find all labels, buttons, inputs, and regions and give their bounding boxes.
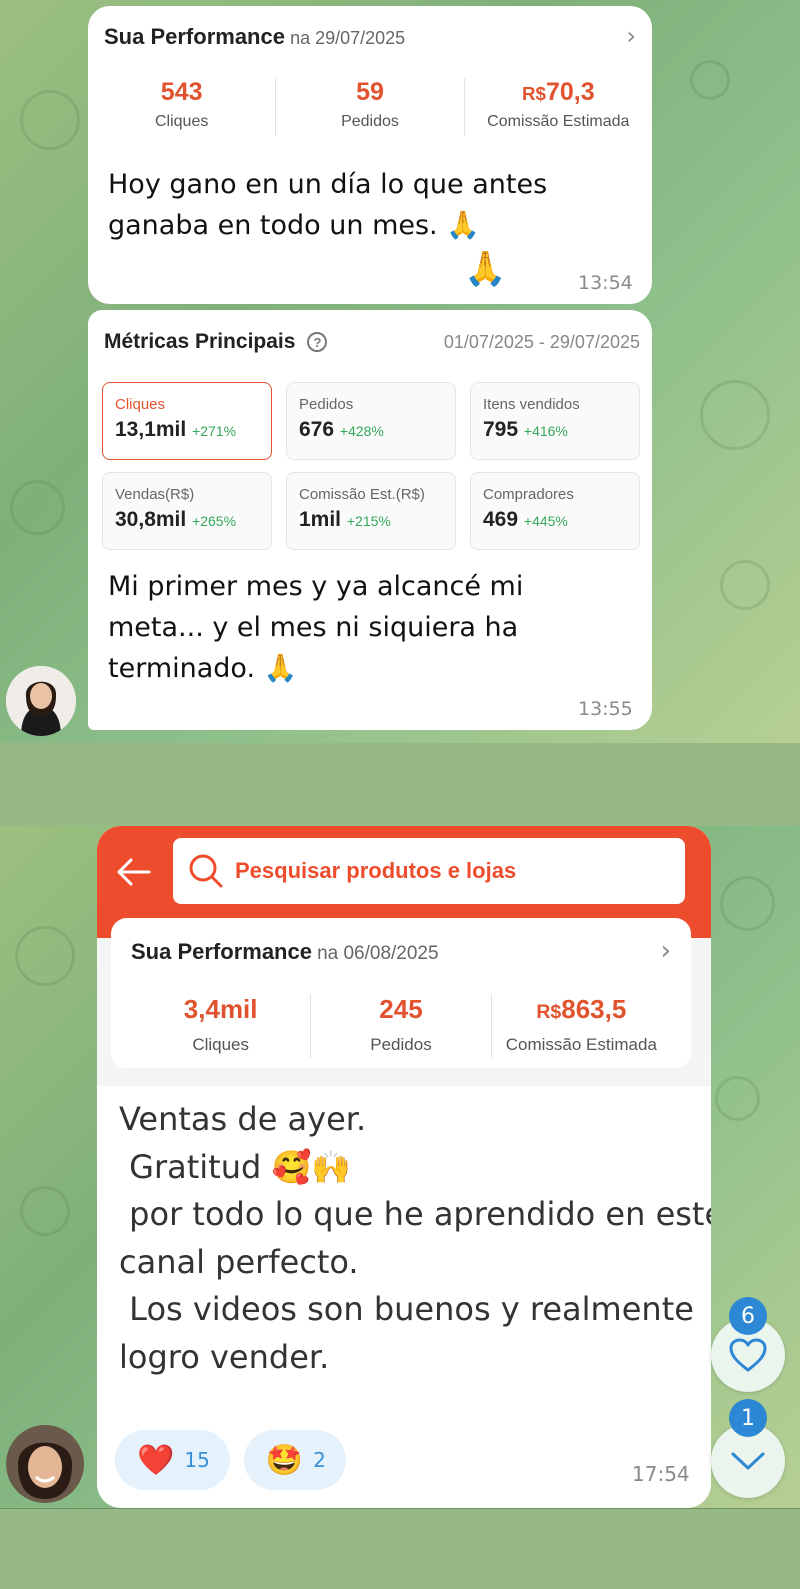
metric-comissao[interactable]: Comissão Est.(R$) 1mil +215% xyxy=(286,472,456,550)
performance-card[interactable]: Sua Performance na 06/08/2025 › 3,4mil C… xyxy=(111,918,691,1068)
pray-emoji: 🙏 xyxy=(464,249,507,289)
performance-title: Sua Performance xyxy=(104,24,285,49)
metrics-title: Métricas Principais ? xyxy=(104,330,328,354)
unread-count-badge: 1 xyxy=(729,1399,767,1437)
chevron-down-icon xyxy=(731,1452,765,1470)
message-text: Ventas de ayer. Gratitud 🥰🙌 por todo lo … xyxy=(119,1100,711,1376)
heart-icon: ❤️ xyxy=(137,1442,175,1478)
reaction-star-struck[interactable]: 🤩 2 xyxy=(243,1430,346,1490)
bottom-area xyxy=(0,1508,800,1589)
stat-comissao: R$70,3 Comissão Estimada xyxy=(487,78,630,130)
message-bubble-2: Métricas Principais ? 01/07/2025 - 29/07… xyxy=(88,310,652,730)
message-time: 17:54 xyxy=(632,1462,690,1486)
metric-pedidos[interactable]: Pedidos 676 +428% xyxy=(286,382,456,460)
stat-comissao: R$863,5 Comissão Estimada xyxy=(505,994,657,1054)
metric-vendas[interactable]: Vendas(R$) 30,8mil +265% xyxy=(102,472,272,550)
heart-outline-icon xyxy=(729,1338,767,1372)
reaction-heart[interactable]: ❤️ 15 xyxy=(115,1430,230,1490)
message-bubble-1: Sua Performance na 29/07/2025 › 543 Cliq… xyxy=(88,6,652,304)
metric-cliques[interactable]: Cliques 13,1mil +271% xyxy=(102,382,272,460)
screenshot-gap xyxy=(0,743,800,826)
performance-stats: 543 Cliques 59 Pedidos R$70,3 Comissão E… xyxy=(88,78,652,136)
metrics-grid: Cliques 13,1mil +271% Pedidos 676 +428% … xyxy=(102,382,640,550)
performance-title: Sua Performance xyxy=(131,939,312,964)
stat-cliques: 3,4mil Cliques xyxy=(131,994,312,1058)
reactions: ❤️ 15 🤩 2 xyxy=(115,1430,346,1490)
search-icon xyxy=(189,854,223,888)
search-input[interactable]: Pesquisar produtos e lojas xyxy=(173,838,685,904)
star-struck-icon: 🤩 xyxy=(265,1442,304,1478)
reactions-count-badge: 6 xyxy=(729,1297,767,1335)
chevron-right-icon[interactable]: › xyxy=(661,936,671,966)
chevron-right-icon[interactable]: › xyxy=(626,22,636,50)
metric-compradores[interactable]: Compradores 469 +445% xyxy=(470,472,640,550)
message-bubble-3: Pesquisar produtos e lojas Sua Performan… xyxy=(97,826,711,1508)
search-placeholder: Pesquisar produtos e lojas xyxy=(235,858,517,883)
metric-itens-vendidos[interactable]: Itens vendidos 795 +416% xyxy=(470,382,640,460)
stat-pedidos: 59 Pedidos xyxy=(276,78,465,136)
help-icon[interactable]: ? xyxy=(307,332,328,352)
message-text: Hoy gano en un día lo que antes ganaba e… xyxy=(108,169,548,241)
stat-cliques: 543 Cliques xyxy=(88,78,277,136)
performance-header[interactable]: Sua Performance na 29/07/2025 › xyxy=(88,6,652,50)
performance-date: na 06/08/2025 xyxy=(317,943,439,964)
avatar[interactable] xyxy=(6,1425,84,1503)
message-time: 13:55 xyxy=(578,698,633,720)
message-time: 13:54 xyxy=(578,272,633,294)
stat-pedidos: 245 Pedidos xyxy=(311,994,492,1058)
date-range[interactable]: 01/07/2025 - 29/07/2025 xyxy=(444,332,640,353)
back-arrow-icon[interactable] xyxy=(113,856,153,888)
message-text: Mi primer mes y ya alcancé mi meta... y … xyxy=(108,571,524,684)
performance-date: na 29/07/2025 xyxy=(290,28,406,48)
avatar[interactable] xyxy=(6,666,76,736)
